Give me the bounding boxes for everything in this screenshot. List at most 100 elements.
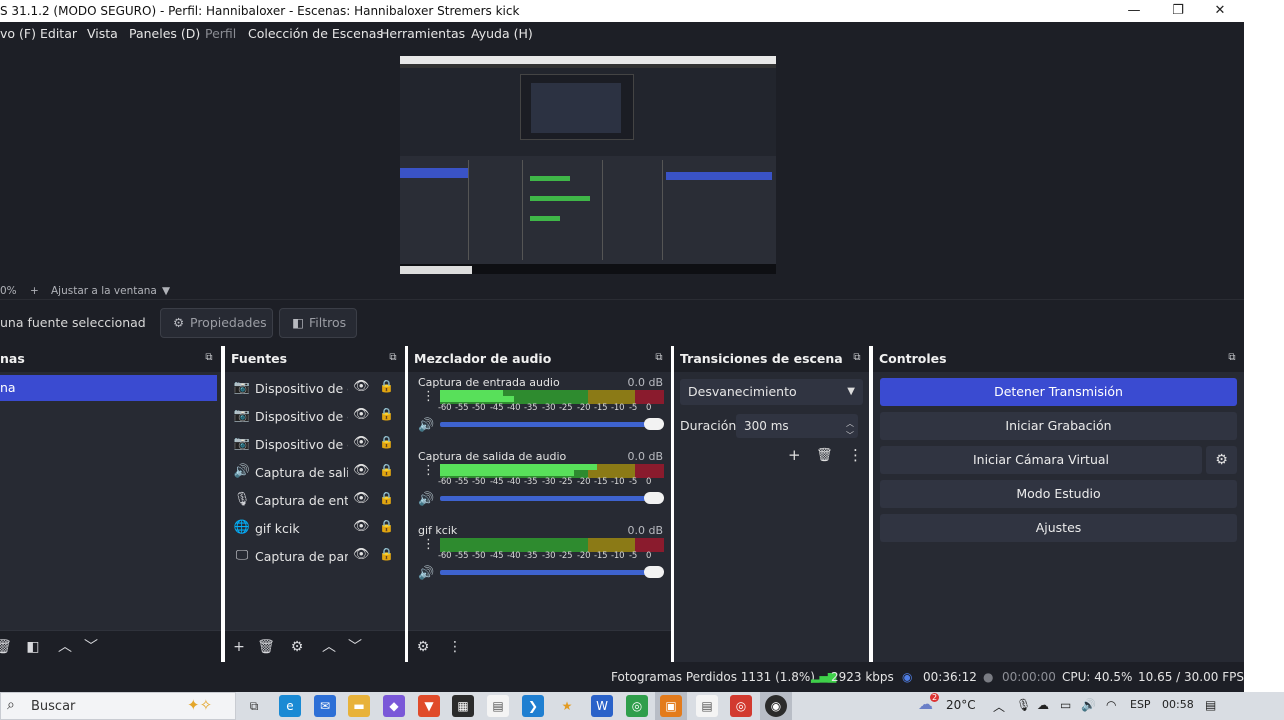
scene-item[interactable]: na xyxy=(0,375,217,401)
mute-speaker-icon[interactable]: 🔊 xyxy=(418,418,434,433)
advanced-audio-gear-icon[interactable]: ⚙ xyxy=(414,638,432,656)
source-item[interactable]: 🎙 Captura de entrada de audio 👁 🔒 xyxy=(225,486,405,514)
transition-select[interactable]: Desvanecimiento ▼ xyxy=(680,379,863,405)
visibility-eye-icon[interactable]: 👁 xyxy=(353,491,370,506)
move-down-icon[interactable]: ﹀ xyxy=(346,638,364,656)
onedrive-cloud-icon[interactable]: ☁ xyxy=(1037,698,1049,712)
file-explorer-icon[interactable]: ▬ xyxy=(348,695,370,717)
lock-icon[interactable]: 🔒 xyxy=(379,379,394,393)
source-item[interactable]: 📷 Dispositivo de captura de video 👁 🔒 xyxy=(225,430,405,458)
visibility-eye-icon[interactable]: 👁 xyxy=(353,407,370,422)
mute-speaker-icon[interactable]: 🔊 xyxy=(418,492,434,507)
move-up-icon[interactable]: ︿ xyxy=(56,638,74,656)
notifications-icon[interactable]: ▤ xyxy=(1205,698,1216,712)
undock-icon[interactable]: ⧉ xyxy=(387,352,399,364)
menu-docks[interactable]: Paneles (D) xyxy=(129,26,200,41)
spin-down-icon[interactable]: ﹀ xyxy=(846,424,854,448)
chrome-icon[interactable]: ◎ xyxy=(626,695,648,717)
studio-mode-button[interactable]: Modo Estudio xyxy=(880,480,1237,508)
visibility-eye-icon[interactable]: 👁 xyxy=(353,519,370,534)
volume-slider[interactable] xyxy=(440,570,662,575)
start-recording-button[interactable]: Iniciar Grabación xyxy=(880,412,1237,440)
language-indicator[interactable]: ESP xyxy=(1130,698,1151,711)
word-icon[interactable]: W xyxy=(591,695,613,717)
lock-icon[interactable]: 🔒 xyxy=(379,519,394,533)
channel-menu-kebab-icon[interactable]: ⋮ xyxy=(422,390,435,403)
volume-slider[interactable] xyxy=(440,496,662,501)
volume-slider-handle[interactable] xyxy=(644,492,664,504)
close-button[interactable]: ✕ xyxy=(1198,0,1242,22)
menu-profile[interactable]: Perfil xyxy=(205,26,236,41)
scene-filters-icon[interactable]: ◧ xyxy=(24,638,42,656)
weather-temp[interactable]: 20°C xyxy=(946,698,976,712)
remove-transition-icon[interactable]: 🗑 xyxy=(816,448,833,463)
add-transition-icon[interactable]: + xyxy=(788,446,801,464)
clock[interactable]: 00:58 xyxy=(1162,698,1194,711)
menu-scene-collection[interactable]: Colección de Escenas xyxy=(248,26,383,41)
source-item[interactable]: 📷 Dispositivo de captura de video 👁 🔒 xyxy=(225,374,405,402)
add-source-icon[interactable]: + xyxy=(230,638,248,656)
remove-source-icon[interactable]: 🗑 xyxy=(257,638,275,656)
visibility-eye-icon[interactable]: 👁 xyxy=(353,379,370,394)
source-item[interactable]: 🖵 Captura de pantalla 👁 🔒 xyxy=(225,542,405,570)
visibility-eye-icon[interactable]: 👁 xyxy=(353,547,370,562)
store-icon[interactable]: ▦ xyxy=(452,695,474,717)
minimize-button[interactable]: — xyxy=(1112,0,1156,22)
start-virtual-camera-button[interactable]: Iniciar Cámara Virtual xyxy=(880,446,1202,474)
preview-canvas[interactable] xyxy=(400,56,776,274)
zoom-dropdown-icon[interactable]: ▼ xyxy=(162,285,170,297)
undock-icon[interactable]: ⧉ xyxy=(851,352,863,364)
notepad-icon[interactable]: ▤ xyxy=(487,695,509,717)
menu-help[interactable]: Ayuda (H) xyxy=(471,26,533,41)
virtual-camera-gear-icon[interactable]: ⚙ xyxy=(1206,446,1237,474)
menu-edit[interactable]: Editar xyxy=(40,26,77,41)
stop-streaming-button[interactable]: Detener Transmisión xyxy=(880,378,1237,406)
vscode-icon[interactable]: ❯ xyxy=(522,695,544,717)
copilot-icon[interactable]: ◆ xyxy=(383,695,405,717)
task-view-icon[interactable]: ⧉ xyxy=(243,695,265,717)
channel-menu-kebab-icon[interactable]: ⋮ xyxy=(422,538,435,551)
lock-icon[interactable]: 🔒 xyxy=(379,435,394,449)
mute-speaker-icon[interactable]: 🔊 xyxy=(418,566,434,581)
visibility-eye-icon[interactable]: 👁 xyxy=(353,435,370,450)
undock-icon[interactable]: ⧉ xyxy=(1226,352,1238,364)
properties-button[interactable]: ⚙ Propiedades xyxy=(160,308,273,338)
source-item[interactable]: 🌐 gif kcik 👁 🔒 xyxy=(225,514,405,542)
mixer-menu-kebab-icon[interactable]: ⋮ xyxy=(446,638,464,656)
menu-view[interactable]: Vista xyxy=(87,26,118,41)
move-down-icon[interactable]: ﹀ xyxy=(82,638,100,656)
obs-studio-icon[interactable]: ◉ xyxy=(765,695,787,717)
volume-slider[interactable] xyxy=(440,422,662,427)
lock-icon[interactable]: 🔒 xyxy=(379,407,394,421)
outlook-icon[interactable]: ✉ xyxy=(314,695,336,717)
settings-button[interactable]: Ajustes xyxy=(880,514,1237,542)
lock-icon[interactable]: 🔒 xyxy=(379,547,394,561)
edge-icon[interactable]: e xyxy=(279,695,301,717)
volume-slider-handle[interactable] xyxy=(644,418,664,430)
filters-button[interactable]: ◧ Filtros xyxy=(279,308,357,338)
transition-menu-kebab-icon[interactable]: ⋮ xyxy=(848,446,863,464)
volume-slider-handle[interactable] xyxy=(644,566,664,578)
taskbar-search-box[interactable]: ⌕ Buscar ✦✧ xyxy=(0,692,236,720)
visibility-eye-icon[interactable]: 👁 xyxy=(353,463,370,478)
microphone-tray-icon[interactable]: 🎙 xyxy=(1016,698,1031,712)
undock-icon[interactable]: ⧉ xyxy=(203,352,215,364)
lock-icon[interactable]: 🔒 xyxy=(379,491,394,505)
maximize-button[interactable]: ❐ xyxy=(1156,0,1200,22)
tray-overflow-chevron-icon[interactable]: ︿ xyxy=(993,698,1005,715)
duration-input[interactable]: 300 ms ︿ ﹀ xyxy=(736,414,858,440)
lock-icon[interactable]: 🔒 xyxy=(379,463,394,477)
source-properties-gear-icon[interactable]: ⚙ xyxy=(288,638,306,656)
remove-scene-icon[interactable]: 🗑 xyxy=(0,638,12,656)
wifi-icon[interactable]: ◠ xyxy=(1106,698,1116,712)
volume-icon[interactable]: 🔊 xyxy=(1081,698,1096,712)
fit-to-window-label[interactable]: Ajustar a la ventana xyxy=(51,285,157,297)
document-icon[interactable]: ▤ xyxy=(696,695,718,717)
menu-tools[interactable]: Herramientas xyxy=(380,26,465,41)
source-item[interactable]: 🔊 Captura de salida de audio 👁 🔒 xyxy=(225,458,405,486)
source-item[interactable]: 📷 Dispositivo de captura de video 👁 🔒 xyxy=(225,402,405,430)
star-app-icon[interactable]: ★ xyxy=(556,695,578,717)
chrome-profile-icon[interactable]: ◎ xyxy=(730,695,752,717)
brave-icon[interactable]: ▼ xyxy=(418,695,440,717)
obs-related-app-icon[interactable]: ▣ xyxy=(660,695,682,717)
